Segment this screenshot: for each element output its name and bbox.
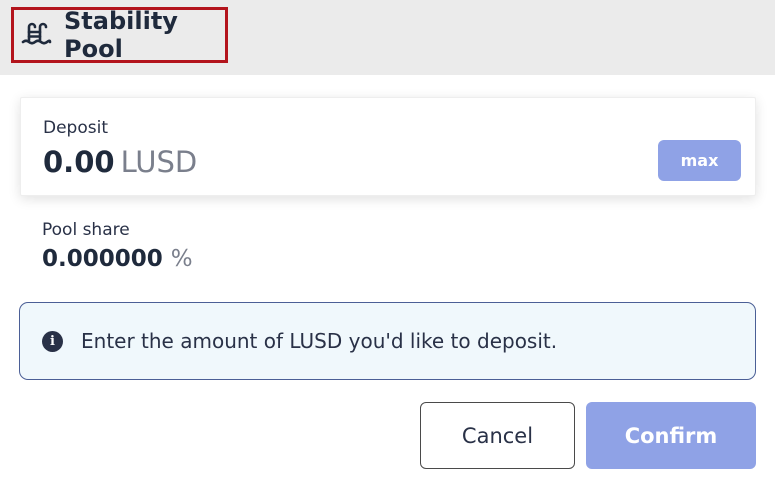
info-message-box: i Enter the amount of LUSD you'd like to… [19,302,756,380]
header-bar: Stability Pool [0,0,775,75]
pool-share-unit: % [170,246,193,272]
max-button[interactable]: max [658,140,741,181]
deposit-amount-field[interactable]: 0.00 LUSD [43,144,197,180]
swimming-pool-icon [20,20,52,50]
info-icon: i [42,330,63,352]
pool-share-value-row: 0.000000% [42,243,193,275]
deposit-label: Deposit [43,118,108,138]
confirm-button[interactable]: Confirm [586,402,756,469]
deposit-card: Deposit 0.00 LUSD max [20,97,756,196]
deposit-amount[interactable]: 0.00 [43,145,115,179]
page-title: Stability Pool [64,7,178,63]
deposit-unit: LUSD [120,145,198,179]
cancel-button[interactable]: Cancel [420,402,575,469]
page-title-box: Stability Pool [11,7,228,63]
info-message: Enter the amount of LUSD you'd like to d… [81,329,558,353]
pool-share-label: Pool share [42,220,130,240]
pool-share-value: 0.000000 [42,246,163,272]
